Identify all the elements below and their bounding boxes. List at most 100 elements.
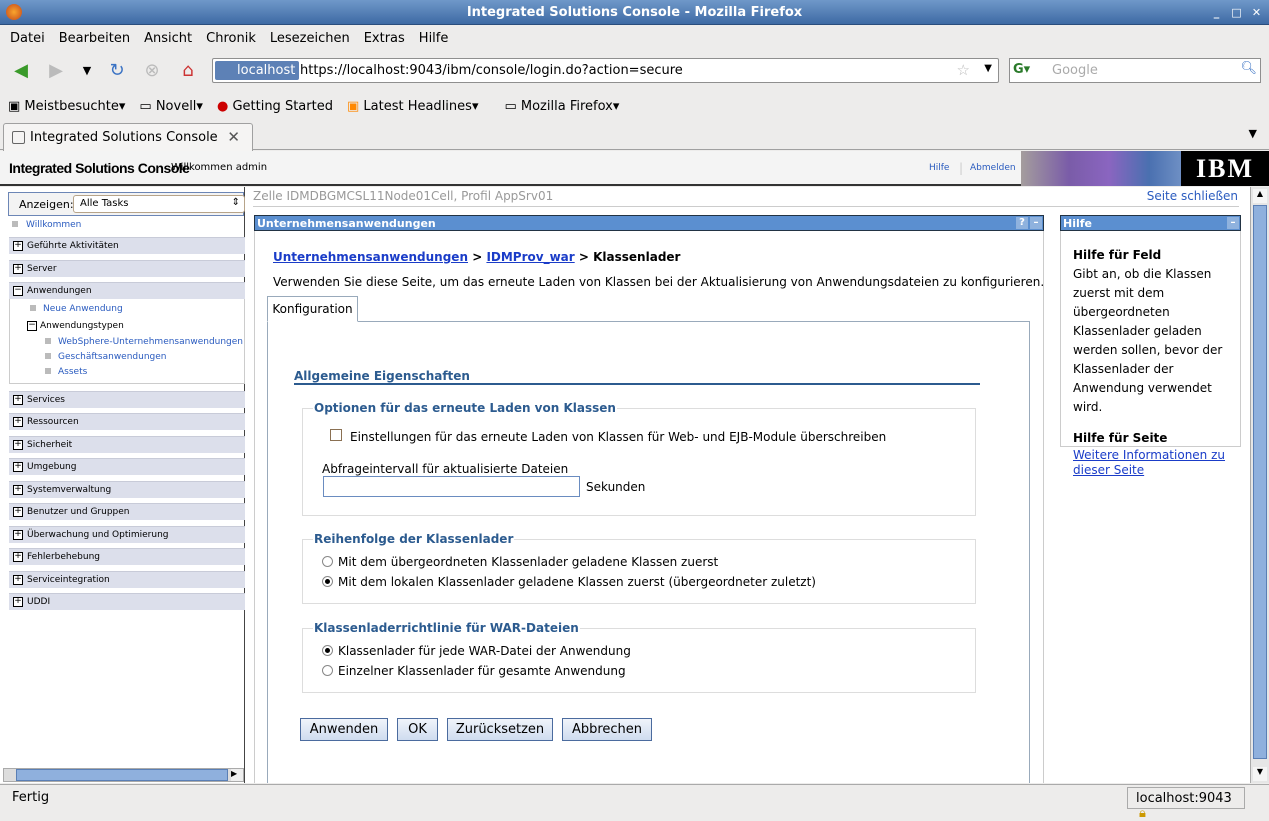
war-policy-group: Klassenladerrichtlinie für WAR-Dateien K… [302, 621, 976, 693]
main-content: Zelle IDMDBGMCSL11Node01Cell, Profil App… [245, 187, 1250, 783]
sidebar-section-fehlerbehebung[interactable]: + Fehlerbehebung [9, 548, 245, 565]
apply-button[interactable]: Anwenden [300, 718, 388, 741]
expand-icon: + [13, 529, 23, 540]
ibm-logo: IBM [1181, 151, 1269, 186]
sidebar-link-websphere[interactable]: WebSphere-Unternehmensanwendungen [58, 337, 243, 347]
menu-chronik[interactable]: Chronik [206, 31, 256, 46]
sidebar-section-ueberwachung[interactable]: + Überwachung und Optimierung [9, 526, 245, 543]
sidebar-link-assets[interactable]: Assets [58, 367, 87, 377]
url-text[interactable]: https://localhost:9043/ibm/console/login… [300, 62, 683, 80]
sidebar-horizontal-scrollbar[interactable]: ▶ [3, 768, 244, 782]
collapse-icon[interactable]: − [27, 321, 37, 331]
header-help-link[interactable]: Hilfe [929, 163, 949, 173]
expand-icon: + [13, 484, 23, 495]
order-option-parent-last[interactable]: Mit dem lokalen Klassenlader geladene Kl… [322, 575, 816, 589]
tab-title: Integrated Solutions Console [30, 130, 218, 145]
close-tab-icon[interactable]: ✕ [227, 124, 240, 151]
main-vertical-scrollbar[interactable]: ▲ ▼ [1250, 187, 1269, 783]
sidebar-link-willkommen[interactable]: Willkommen [26, 220, 81, 230]
section-title-general: Allgemeine Eigenschaften [294, 369, 470, 383]
bookmark-meistbesuchte[interactable]: ▣ Meistbesuchte▾ [8, 99, 125, 114]
menu-extras[interactable]: Extras [364, 31, 405, 46]
override-checkbox[interactable] [330, 429, 342, 441]
page-description: Verwenden Sie diese Seite, um das erneut… [273, 275, 1045, 289]
tab-konfiguration[interactable]: Konfiguration [267, 296, 358, 322]
interval-input[interactable] [323, 476, 580, 497]
sidebar-link-geschaeft[interactable]: Geschäftsanwendungen [58, 352, 167, 362]
back-icon[interactable]: ◀ [10, 60, 32, 82]
sidebar-section-server[interactable]: + Server [9, 260, 245, 277]
status-bar: Fertig localhost:9043 🔒︎ [0, 784, 1269, 821]
url-bar[interactable]: localhost https://localhost:9043/ibm/con… [212, 58, 999, 83]
forward-icon[interactable]: ▶ [45, 60, 67, 82]
history-dropdown-icon[interactable]: ▼ [76, 60, 98, 82]
reset-button[interactable]: Zurücksetzen [447, 718, 553, 741]
url-dropdown-icon[interactable]: ▼ [984, 63, 992, 74]
war-option-per-war[interactable]: Klassenlader für jede WAR-Datei der Anwe… [322, 644, 631, 658]
order-option-parent-first[interactable]: Mit dem übergeordneten Klassenlader gela… [322, 555, 718, 569]
search-placeholder[interactable]: Google [1052, 63, 1098, 78]
menu-lesezeichen[interactable]: Lesezeichen [270, 31, 350, 46]
cancel-button[interactable]: Abbrechen [562, 718, 652, 741]
breadcrumb-link-unternehmensanwendungen[interactable]: Unternehmensanwendungen [273, 250, 468, 264]
sidebar-section-benutzer[interactable]: + Benutzer und Gruppen [9, 503, 245, 520]
close-page-link[interactable]: Seite schließen [1147, 189, 1238, 203]
expand-icon: + [13, 596, 23, 607]
bullet-icon [12, 221, 18, 227]
stop-icon[interactable]: ⊗ [141, 60, 163, 82]
search-icon[interactable]: 🔍︎ [1240, 61, 1257, 76]
help-page-link[interactable]: Weitere Informationen zu dieser Seite [1073, 448, 1231, 478]
bookmark-getting-started[interactable]: ● Getting Started [217, 99, 333, 114]
menu-ansicht[interactable]: Ansicht [144, 31, 192, 46]
help-minimize-icon[interactable]: – [1227, 217, 1239, 229]
status-host: localhost:9043 [1136, 791, 1232, 806]
help-panel-header: Hilfe – [1060, 215, 1241, 231]
sidebar-section-serviceintegration[interactable]: + Serviceintegration [9, 571, 245, 588]
sidebar-section-anwendungen[interactable]: − Anwendungen [9, 282, 245, 299]
war-option-single[interactable]: Einzelner Klassenlader für gesamte Anwen… [322, 664, 626, 678]
view-filter-select[interactable]: Alle Tasks ⇕ [73, 195, 245, 213]
sidebar-section-gefuehrte[interactable]: + Geführte Aktivitäten [9, 237, 245, 254]
reload-icon[interactable]: ↻ [106, 60, 128, 82]
bookmark-latest-headlines[interactable]: ▣ Latest Headlines▾ [347, 99, 479, 114]
home-icon[interactable]: ⌂ [177, 60, 199, 82]
menu-bearbeiten[interactable]: Bearbeiten [59, 31, 130, 46]
reload-options-group: Optionen für das erneute Laden von Klass… [302, 401, 976, 516]
browser-tab[interactable]: Integrated Solutions Console ✕ [3, 123, 253, 151]
window-title: Integrated Solutions Console - Mozilla F… [466, 5, 803, 20]
expand-icon: + [13, 461, 23, 472]
ok-button[interactable]: OK [397, 718, 438, 741]
bookmark-novell[interactable]: ▭ Novell▾ [139, 99, 203, 114]
site-identity-button[interactable]: localhost [215, 61, 300, 80]
sidebar-section-sicherheit[interactable]: + Sicherheit [9, 436, 245, 453]
sidebar-section-umgebung[interactable]: + Umgebung [9, 458, 245, 475]
close-window-button[interactable]: ✕ [1249, 5, 1264, 20]
banner-image [1021, 151, 1181, 186]
minimize-button[interactable]: _ [1209, 5, 1224, 20]
search-box[interactable]: G▾ Google 🔍︎ [1009, 58, 1261, 83]
expand-icon: + [13, 394, 23, 405]
bookmark-mozilla-firefox[interactable]: ▭ Mozilla Firefox▾ [504, 99, 619, 114]
panel-help-icon[interactable]: ? [1016, 217, 1028, 229]
bookmark-star-icon[interactable]: ☆ [957, 61, 970, 79]
breadcrumb-link-idmprov[interactable]: IDMProv_war [486, 250, 574, 264]
sidebar-link-neue-anwendung[interactable]: Neue Anwendung [43, 304, 123, 314]
sidebar-section-ressourcen[interactable]: + Ressourcen [9, 413, 245, 430]
expand-icon: + [13, 439, 23, 450]
sidebar-section-systemverwaltung[interactable]: + Systemverwaltung [9, 481, 245, 498]
logout-link[interactable]: Abmelden [970, 163, 1016, 173]
menu-hilfe[interactable]: Hilfe [419, 31, 449, 46]
override-checkbox-label: Einstellungen für das erneute Laden von … [350, 430, 887, 444]
maximize-button[interactable]: □ [1229, 5, 1244, 20]
menu-datei[interactable]: Datei [10, 31, 45, 46]
lock-icon[interactable]: 🔒︎ [1139, 806, 1146, 821]
google-engine-icon[interactable]: G▾ [1013, 62, 1030, 77]
expand-icon: + [13, 506, 23, 517]
expand-icon: + [13, 574, 23, 585]
sidebar-group-anwendungstypen[interactable]: Anwendungstypen [40, 321, 124, 331]
tab-list-icon[interactable]: ▼ [1249, 127, 1257, 140]
panel-minimize-icon[interactable]: – [1030, 217, 1042, 229]
sidebar-section-services[interactable]: + Services [9, 391, 245, 408]
sidebar-section-uddi[interactable]: + UDDI [9, 593, 245, 610]
bullet-icon [30, 305, 36, 311]
